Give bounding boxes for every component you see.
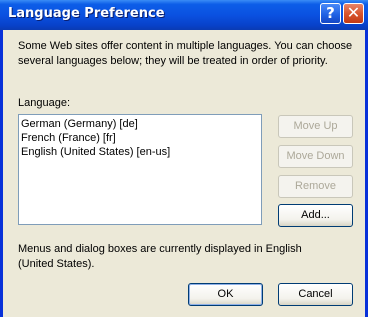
intro-text: Some Web sites offer content in multiple… bbox=[18, 40, 353, 67]
move-down-button[interactable]: Move Down bbox=[278, 145, 353, 168]
language-listbox[interactable]: German (Germany) [de] French (France) [f… bbox=[18, 114, 262, 225]
remove-button[interactable]: Remove bbox=[278, 175, 353, 198]
cancel-button[interactable]: Cancel bbox=[278, 283, 353, 306]
ok-button[interactable]: OK bbox=[188, 283, 263, 306]
language-preference-dialog: Language Preference ? ✕ Some Web sites o… bbox=[0, 0, 368, 317]
help-icon[interactable]: ? bbox=[320, 3, 341, 24]
dialog-body: Some Web sites offer content in multiple… bbox=[3, 30, 365, 317]
language-list-item[interactable]: French (France) [fr] bbox=[21, 131, 259, 145]
language-list-item[interactable]: English (United States) [en-us] bbox=[21, 145, 259, 159]
add-button[interactable]: Add... bbox=[278, 204, 353, 227]
language-label: Language: bbox=[18, 97, 70, 109]
move-up-button[interactable]: Move Up bbox=[278, 115, 353, 138]
dialog-title: Language Preference bbox=[8, 6, 165, 21]
close-icon[interactable]: ✕ bbox=[343, 3, 364, 24]
language-list-item[interactable]: German (Germany) [de] bbox=[21, 117, 259, 131]
title-bar[interactable]: Language Preference ? ✕ bbox=[0, 0, 368, 30]
footer-text: Menus and dialog boxes are currently dis… bbox=[18, 243, 302, 270]
